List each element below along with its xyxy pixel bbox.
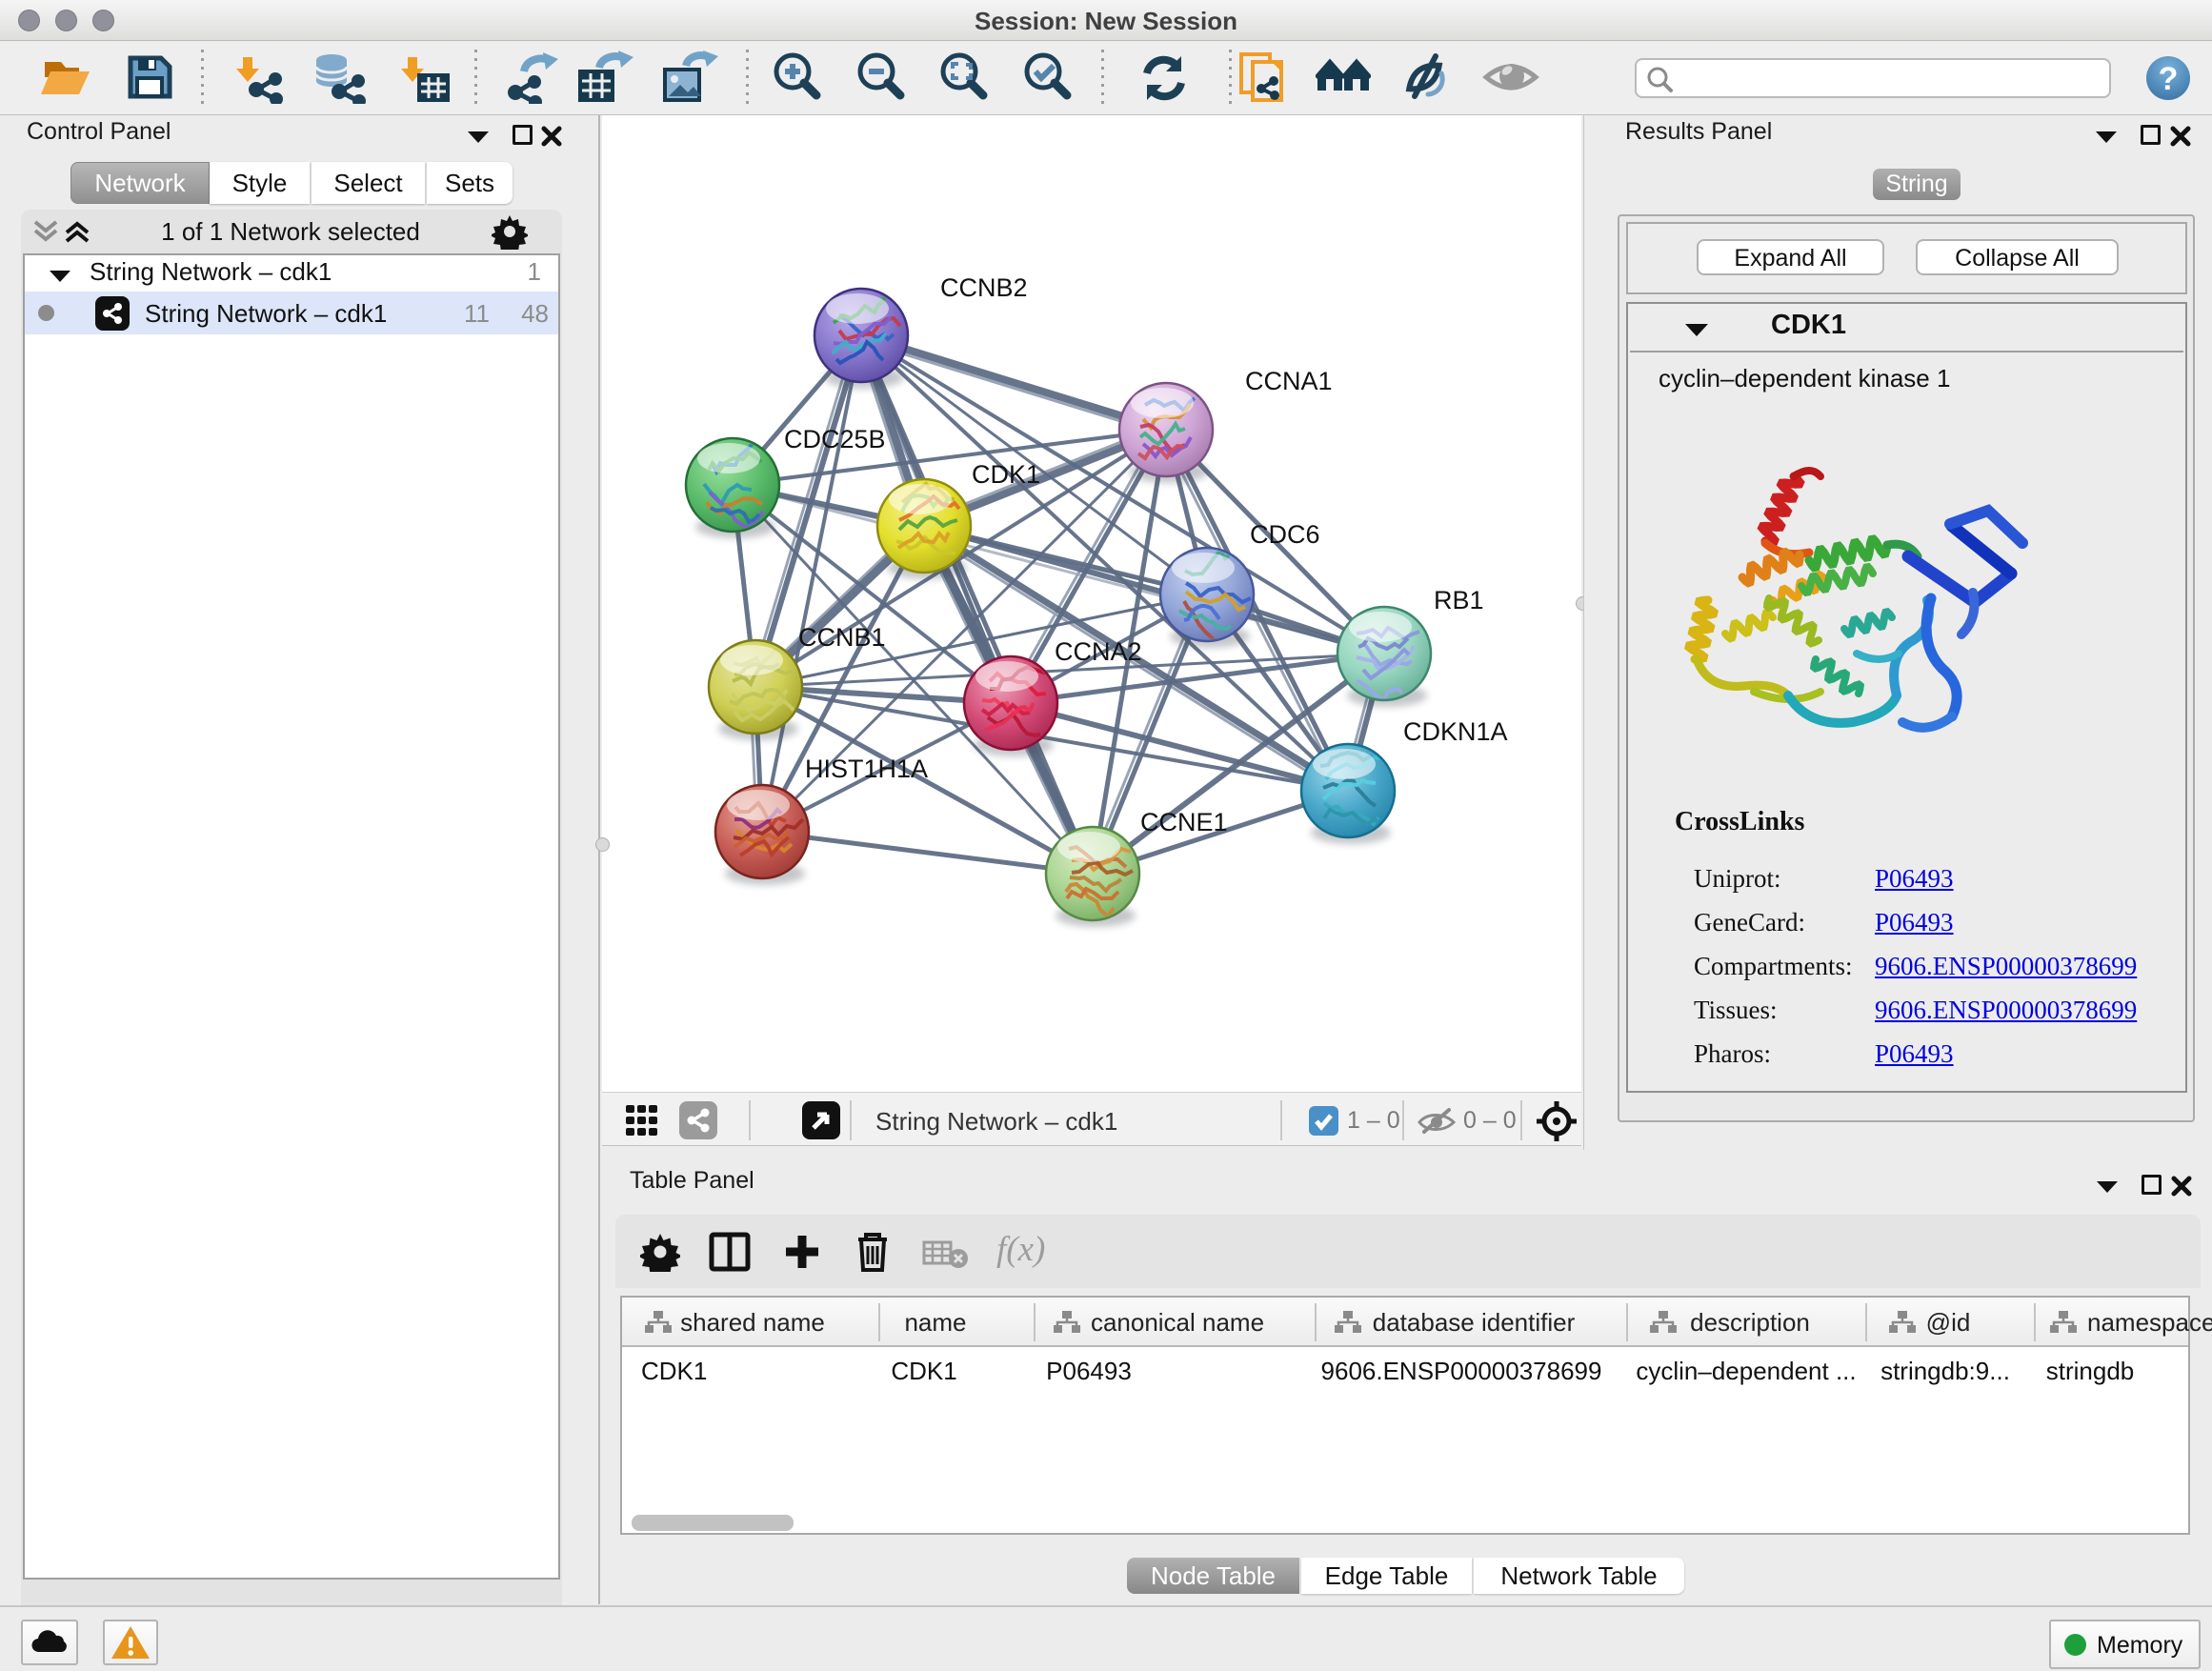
svg-text:RB1: RB1: [1434, 586, 1484, 614]
svg-text:CDK1: CDK1: [972, 460, 1040, 489]
svg-text:CCNB2: CCNB2: [940, 273, 1028, 302]
svg-text:HIST1H1A: HIST1H1A: [805, 755, 928, 783]
svg-text:CDC25B: CDC25B: [784, 425, 886, 453]
svg-text:CCNA2: CCNA2: [1055, 637, 1142, 666]
svg-text:?: ?: [2159, 61, 2179, 97]
svg-text:CCNA1: CCNA1: [1245, 367, 1333, 395]
svg-text:CCNB1: CCNB1: [798, 623, 886, 652]
svg-text:CDKN1A: CDKN1A: [1403, 717, 1508, 746]
svg-text:CCNE1: CCNE1: [1140, 808, 1228, 836]
svg-text:CDC6: CDC6: [1250, 520, 1320, 549]
